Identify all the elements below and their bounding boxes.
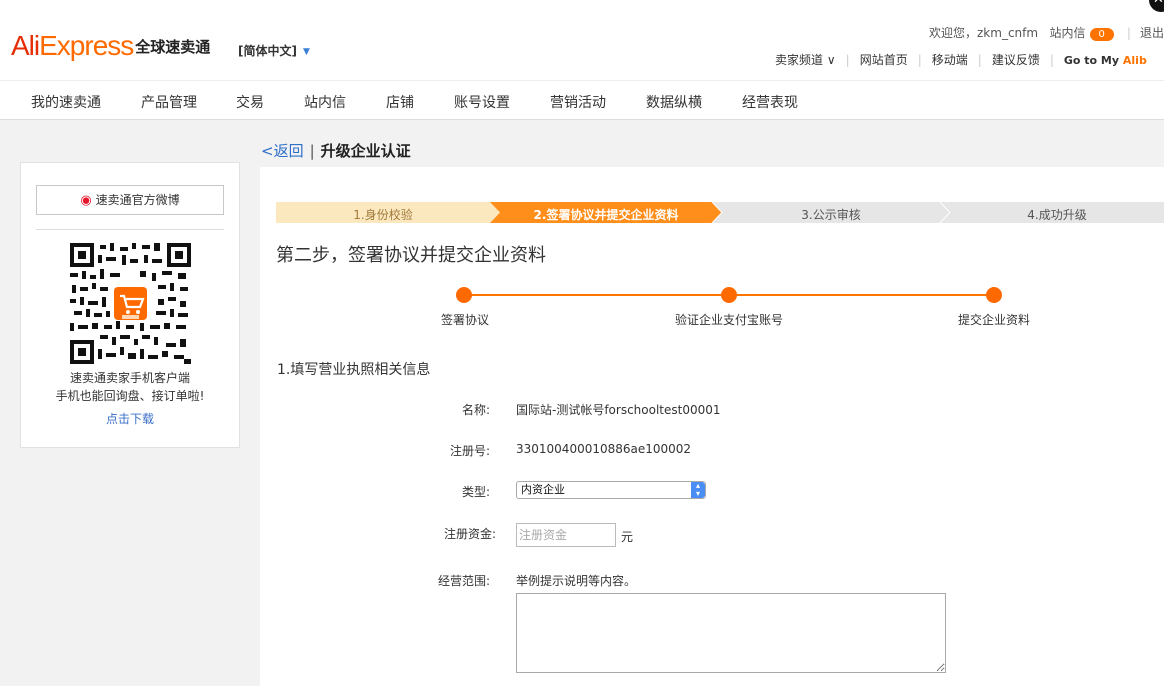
language-label: [简体中文] — [238, 44, 297, 58]
qr-caption-subtitle: 手机也能回询盘、接订单啦! — [55, 389, 205, 403]
nav-marketing[interactable]: 营销活动 — [550, 92, 606, 112]
inbox-count-badge: 0 — [1089, 28, 1114, 41]
timeline-label-1: 签署协议 — [440, 313, 489, 327]
step-progress-bar: 1.身份校验 2.签署协议并提交企业资料 3.公示审核 4.成功升级 — [276, 202, 1164, 223]
timeline-dot-2 — [721, 287, 737, 303]
divider: | — [977, 53, 982, 67]
logo-ali-text: Ali — [11, 30, 40, 61]
language-selector[interactable]: [简体中文] ▼ — [238, 42, 310, 59]
select-arrows-icon: ▴ ▾ — [691, 482, 705, 498]
type-select[interactable]: 内资企业 ▴ ▾ — [516, 481, 706, 499]
close-icon[interactable]: ✕ — [1149, 0, 1164, 12]
capital-unit: 元 — [621, 530, 634, 544]
section-title: 1.填写营业执照相关信息 — [277, 362, 431, 378]
breadcrumb: <返回 | 升级企业认证 — [261, 140, 411, 161]
divider: | — [845, 53, 850, 67]
capital-input[interactable] — [516, 523, 616, 547]
download-link[interactable]: 点击下载 — [21, 410, 239, 427]
back-link[interactable]: <返回 — [261, 142, 304, 160]
weibo-label: 速卖通官方微博 — [95, 193, 180, 207]
goto-prefix: Go to My — [1063, 54, 1123, 67]
caret-down-icon: ▼ — [302, 47, 310, 57]
scope-label: 经营范围: — [437, 574, 490, 588]
timeline-label-2: 验证企业支付宝账号 — [674, 313, 783, 327]
divider: | — [309, 142, 315, 160]
main-nav: 我的速卖通 产品管理 交易 站内信 店铺 账号设置 营销活动 数据纵横 经营表现 — [0, 80, 1164, 120]
aliexpress-logo[interactable]: AliExpress 全球速卖通 — [11, 30, 210, 66]
reg-number-value: 330100400010886ae100002 — [516, 442, 692, 456]
sidebar-panel: ◉ 速卖通官方微博 速卖通卖家手机客户端 手机也能回询盘、接订单啦! 点击下载 — [20, 162, 240, 448]
step-2-label: 2.签署协议并提交企业资料 — [533, 208, 679, 222]
divider — [36, 229, 224, 230]
step-3-label: 3.公示审核 — [801, 208, 861, 222]
logo-cn-text: 全球速卖通 — [135, 38, 211, 56]
inbox-link[interactable]: 站内信 — [1050, 26, 1086, 40]
top-header: AliExpress 全球速卖通 [简体中文] ▼ 欢迎您，zkm_cnfm 站内信… — [0, 0, 1164, 80]
nav-data[interactable]: 数据纵横 — [646, 92, 702, 112]
type-select-value: 内资企业 — [521, 483, 565, 496]
reg-number-label: 注册号: — [449, 444, 490, 458]
timeline-dot-3 — [986, 287, 1002, 303]
mobile-link[interactable]: 移动端 — [932, 51, 968, 68]
welcome-bar: 欢迎您，zkm_cnfm 站内信 0 | 退出 — [929, 24, 1164, 41]
type-label: 类型: — [461, 485, 490, 499]
feedback-link[interactable]: 建议反馈 — [992, 51, 1040, 68]
name-value: 国际站-测试帐号forschooltest00001 — [516, 403, 721, 417]
nav-account-settings[interactable]: 账号设置 — [454, 92, 510, 112]
weibo-icon: ◉ — [80, 193, 92, 208]
step-4-label: 4.成功升级 — [1027, 208, 1087, 222]
chevron-down-icon: ∨ — [826, 53, 836, 67]
nav-performance[interactable]: 经营表现 — [742, 92, 798, 112]
seller-channel-label: 卖家频道 — [775, 53, 824, 67]
top-links: 卖家频道 ∨ | 网站首页 | 移动端 | 建议反馈 | Go to My Alib — [775, 51, 1147, 68]
qr-caption-title: 速卖通卖家手机客户端 — [69, 371, 190, 385]
goto-brand: Alib — [1122, 54, 1147, 67]
qr-code-image — [70, 243, 191, 364]
nav-store[interactable]: 店铺 — [386, 92, 414, 112]
seller-channel-link[interactable]: 卖家频道 ∨ — [775, 51, 836, 68]
capital-label: 注册资金: — [443, 527, 496, 541]
nav-my-aliexpress[interactable]: 我的速卖通 — [31, 92, 101, 112]
site-home-link[interactable]: 网站首页 — [860, 51, 908, 68]
logout-link[interactable]: 退出 — [1140, 26, 1164, 40]
goto-alibaba-link[interactable]: Go to My Alib — [1064, 54, 1147, 67]
step-heading: 第二步，签署协议并提交企业资料 — [276, 245, 546, 266]
nav-trade[interactable]: 交易 — [236, 92, 264, 112]
scope-hint: 举例提示说明等内容。 — [516, 574, 637, 588]
timeline-label-3: 提交企业资料 — [957, 313, 1030, 327]
divider: | — [1126, 26, 1131, 40]
main-panel: 1.身份校验 2.签署协议并提交企业资料 3.公示审核 4.成功升级 第二步，签… — [260, 167, 1164, 686]
welcome-text: 欢迎您，zkm_cnfm — [929, 26, 1039, 40]
timeline-dot-1 — [456, 287, 472, 303]
nav-product-management[interactable]: 产品管理 — [141, 92, 197, 112]
scope-textarea[interactable] — [516, 593, 946, 673]
logo-express-text: Express — [39, 30, 134, 61]
weibo-button[interactable]: ◉ 速卖通官方微博 — [36, 185, 224, 215]
page-title: 升级企业认证 — [320, 142, 411, 160]
divider: | — [917, 53, 922, 67]
divider: | — [1049, 53, 1054, 67]
nav-messages[interactable]: 站内信 — [304, 92, 346, 112]
step-1-label: 1.身份校验 — [353, 208, 413, 222]
name-label: 名称: — [461, 403, 490, 417]
